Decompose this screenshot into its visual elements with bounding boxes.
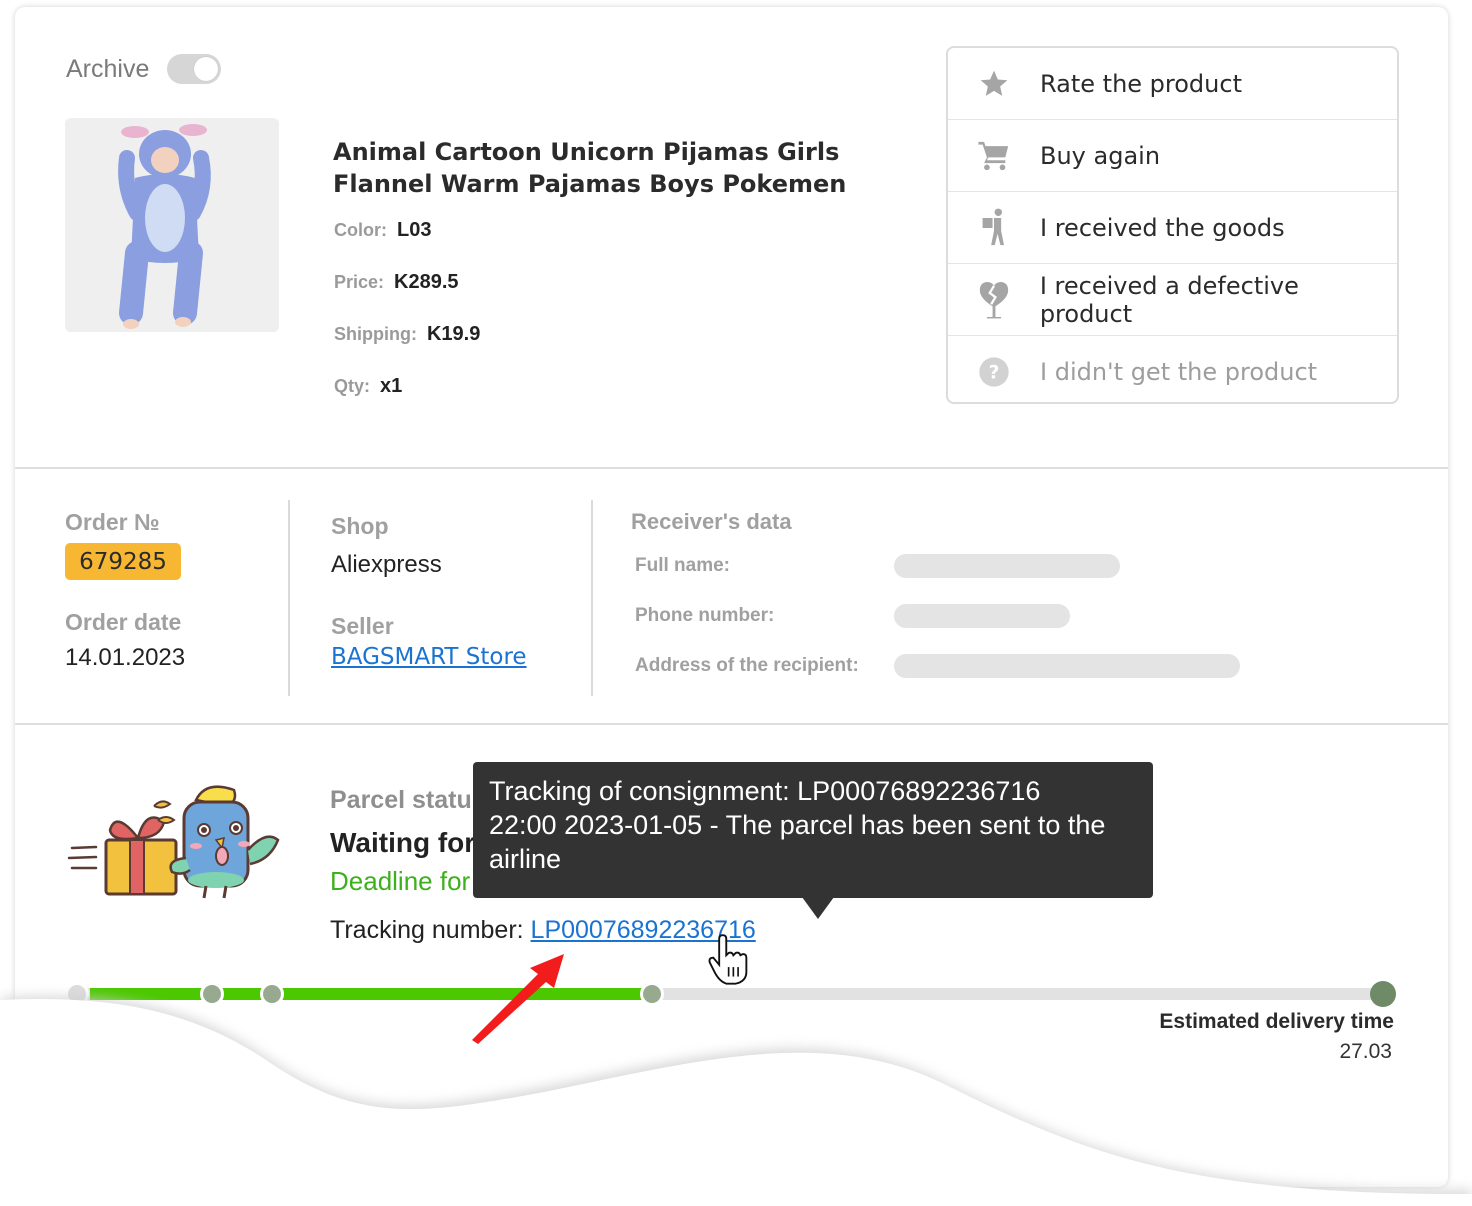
broken-heart-icon [976,281,1012,318]
tooltip-line-2: 22:00 2023-01-05 - The parcel has been s… [489,810,1106,840]
full-name-label: Full name: [635,555,731,576]
tracking-row: Tracking number: LP00076892236716 [330,916,756,945]
toggle-knob [194,57,219,81]
progress-step-destination [1370,981,1396,1007]
archive-toggle[interactable] [167,54,222,84]
address-label: Address of the recipient: [635,655,859,676]
buy-again-button[interactable]: Buy again [948,120,1397,192]
address-redacted [894,654,1240,678]
seller-label: Seller [331,613,394,639]
parcel-status-label: Parcel statu [330,786,472,814]
rate-product-button[interactable]: Rate the product [948,48,1397,120]
progress-step [260,982,284,1006]
product-title-line-1: Animal Cartoon Unicorn Pijamas Girls [333,138,840,166]
archive-label: Archive [66,54,150,83]
order-date-value: 14.01.2023 [65,644,186,671]
archive-toggle-row: Archive [66,54,222,84]
did-not-get-product-button[interactable]: ? I didn't get the product [948,336,1397,408]
attribute-label: Color: [334,220,387,240]
attribute-value: K289.5 [394,271,459,293]
attribute-value: L03 [397,219,432,241]
order-date-label: Order date [65,609,182,635]
receiver-title: Receiver's data [631,509,792,534]
eta-value: 27.03 [1339,1040,1392,1063]
tooltip-line-1: Tracking of consignment: LP0007689223671… [489,776,1041,806]
progress-step [200,982,224,1006]
attribute-label: Shipping: [334,324,417,344]
deadline-text: Deadline for [330,866,471,896]
action-label: Buy again [1040,141,1161,170]
progress-step-start [65,982,89,1006]
defective-product-button[interactable]: I received a defective product [948,264,1397,336]
tracking-number-label: Tracking number: [330,916,524,944]
action-label: Rate the product [1040,69,1242,98]
cart-icon [976,138,1012,174]
phone-number-label: Phone number: [635,605,775,626]
question-icon: ? [976,354,1012,390]
product-title[interactable]: Animal Cartoon Unicorn Pijamas Girls Fla… [333,136,853,200]
attribute-value: K19.9 [426,323,481,345]
full-name-redacted [894,554,1120,578]
shop-value: Aliexpress [331,551,442,578]
tracking-number-link[interactable]: LP00076892236716 [531,916,756,944]
product-attribute-color: Color: L03 [334,219,431,242]
pajama-kid-illustration [65,118,279,332]
product-attribute-shipping: Shipping: K19.9 [334,323,480,346]
courier-icon [976,208,1012,246]
delivery-progress-fill [90,988,653,1000]
progress-step-current [640,982,664,1006]
seller-link[interactable]: BAGSMART Store [331,644,527,670]
product-title-line-2: Flannel Warm Pajamas Boys Pokemen [333,170,847,198]
eta-label: Estimated delivery time [1159,1010,1394,1033]
parcel-status-value: Waiting for [330,827,476,858]
tracking-tooltip: Tracking of consignment: LP0007689223671… [473,762,1153,898]
star-icon [976,66,1012,102]
product-attribute-qty: Qty: x1 [334,375,402,398]
section-divider [15,723,1448,725]
tooltip-arrow [802,897,834,919]
column-divider [288,500,290,696]
shop-label: Shop [331,513,389,539]
received-goods-button[interactable]: I received the goods [948,192,1397,264]
attribute-label: Qty: [334,376,370,396]
attribute-value: x1 [380,375,403,397]
phone-number-redacted [894,604,1070,628]
svg-text:?: ? [989,363,1000,384]
delivery-mascot-illustration [67,785,280,899]
product-attribute-price: Price: K289.5 [334,271,459,294]
product-image[interactable] [65,118,279,332]
order-number-badge: 679285 [65,543,181,580]
order-number-label: Order № [65,509,160,535]
section-divider [15,467,1448,469]
tooltip-line-3: airline [489,844,562,874]
action-label: I received the goods [1040,213,1285,242]
action-label: I didn't get the product [1040,358,1318,386]
action-label: I received a defective product [1039,271,1299,328]
column-divider [591,500,593,696]
order-actions-menu: Rate the product Buy again I received th… [946,46,1399,404]
attribute-label: Price: [334,272,385,292]
